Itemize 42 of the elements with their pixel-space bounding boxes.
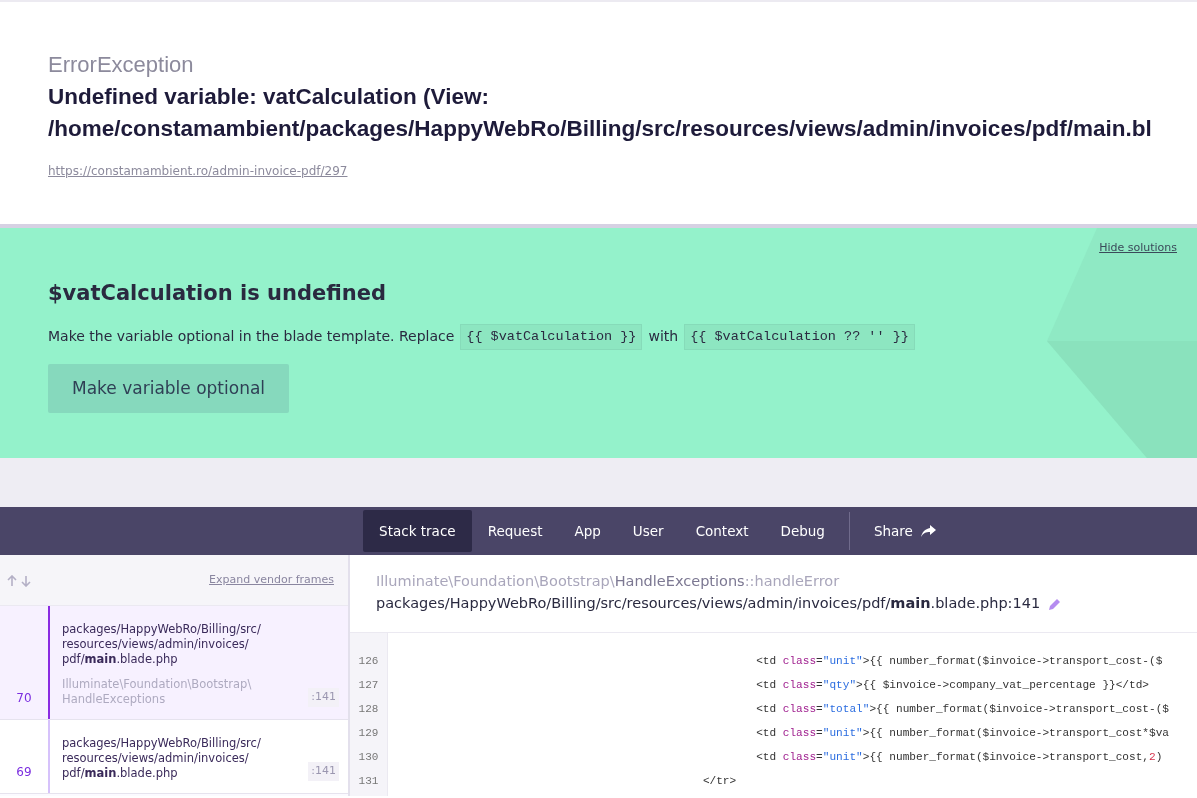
line-number: 126 — [357, 654, 380, 669]
solution-title: $vatCalculation is undefined — [48, 280, 387, 307]
frame-line-number: :141 — [308, 762, 339, 781]
file-path: packages/HappyWebRo/Billing/src/resources/views/admin/invoices/pdf/main.blade.php:141 — [376, 593, 1041, 613]
frame-number: 69 — [16, 763, 32, 781]
stack-frame[interactable]: 70 packages/HappyWebRo/Billing/src/resources/views/admin/invoices/pdf/main.blade.php Illuminate\Foundation\Bootstrap\HandleExceptions :141 — [0, 606, 348, 720]
code-line: <td class="qty">{{ $invoice->company_vat_percentage }}</td> — [755, 678, 1150, 693]
frame-class: Illuminate\Foundation\Bootstrap\HandleExceptions — [62, 676, 253, 707]
make-variable-optional-button[interactable]: Make variable optional — [48, 363, 290, 414]
share-icon — [920, 524, 936, 538]
frame-file-path: packages/HappyWebRo/Billing/src/resources/views/admin/invoices/pdf/main.blade.php — [62, 622, 262, 667]
line-number: 130 — [357, 750, 380, 765]
code-line: </tr> — [701, 774, 738, 789]
tab[interactable]: Request — [471, 509, 559, 553]
code-line: <td class="total">{{ number_format($invoice->transport_cost-($ — [755, 702, 1169, 717]
tab[interactable]: User — [616, 509, 680, 553]
error-message: Undefined variable: vatCalculation (View: /home/constamambient/packages/HappyWebRo/Billing/src/resources/views/admin/invoices/pdf/main.bl — [48, 83, 1153, 143]
line-number: 131 — [357, 774, 380, 789]
tab[interactable]: Stack trace — [363, 509, 472, 553]
pencil-icon[interactable] — [1048, 596, 1063, 611]
tab[interactable]: Context — [679, 509, 765, 553]
line-number: 128 — [357, 702, 380, 717]
code-line: <td class="unit">{{ number_format($invoice->transport_cost-($ — [755, 654, 1164, 669]
exception-location: Illuminate\Foundation\Bootstrap\HandleExceptions::handleError — [376, 572, 841, 591]
solution-text: with — [648, 327, 679, 347]
line-number: 127 — [357, 678, 380, 693]
stack-frame[interactable]: 69 packages/HappyWebRo/Billing/src/resources/views/admin/invoices/pdf/main.blade.php :141 — [0, 719, 348, 794]
request-url-link[interactable]: https://constamambient.ro/admin-invoice-pdf/297 — [48, 162, 348, 180]
frame-number: 70 — [16, 689, 32, 707]
code-line: <td class="unit">{{ number_format($invoice->transport_cost*$va — [755, 726, 1169, 741]
code-snippet: {{ $vatCalculation }} — [460, 323, 643, 350]
code-line: <td class="unit">{{ number_format($invoice->transport_cost,2) — [755, 750, 1164, 765]
line-number: 129 — [357, 726, 380, 741]
hide-solutions-link[interactable]: Hide solutions — [1099, 240, 1177, 257]
code-snippet: {{ $vatCalculation ?? '' }} — [684, 323, 915, 350]
tab[interactable]: Debug — [764, 509, 841, 553]
frame-line-number: :141 — [308, 688, 339, 707]
tab[interactable]: App — [558, 509, 617, 553]
exception-class: ErrorException — [48, 51, 195, 79]
share-button[interactable]: Share — [857, 509, 952, 553]
frame-file-path: packages/HappyWebRo/Billing/src/resources/views/admin/invoices/pdf/main.blade.php — [62, 735, 262, 781]
solution-text: Make the variable optional in the blade template. Replace — [48, 327, 455, 347]
